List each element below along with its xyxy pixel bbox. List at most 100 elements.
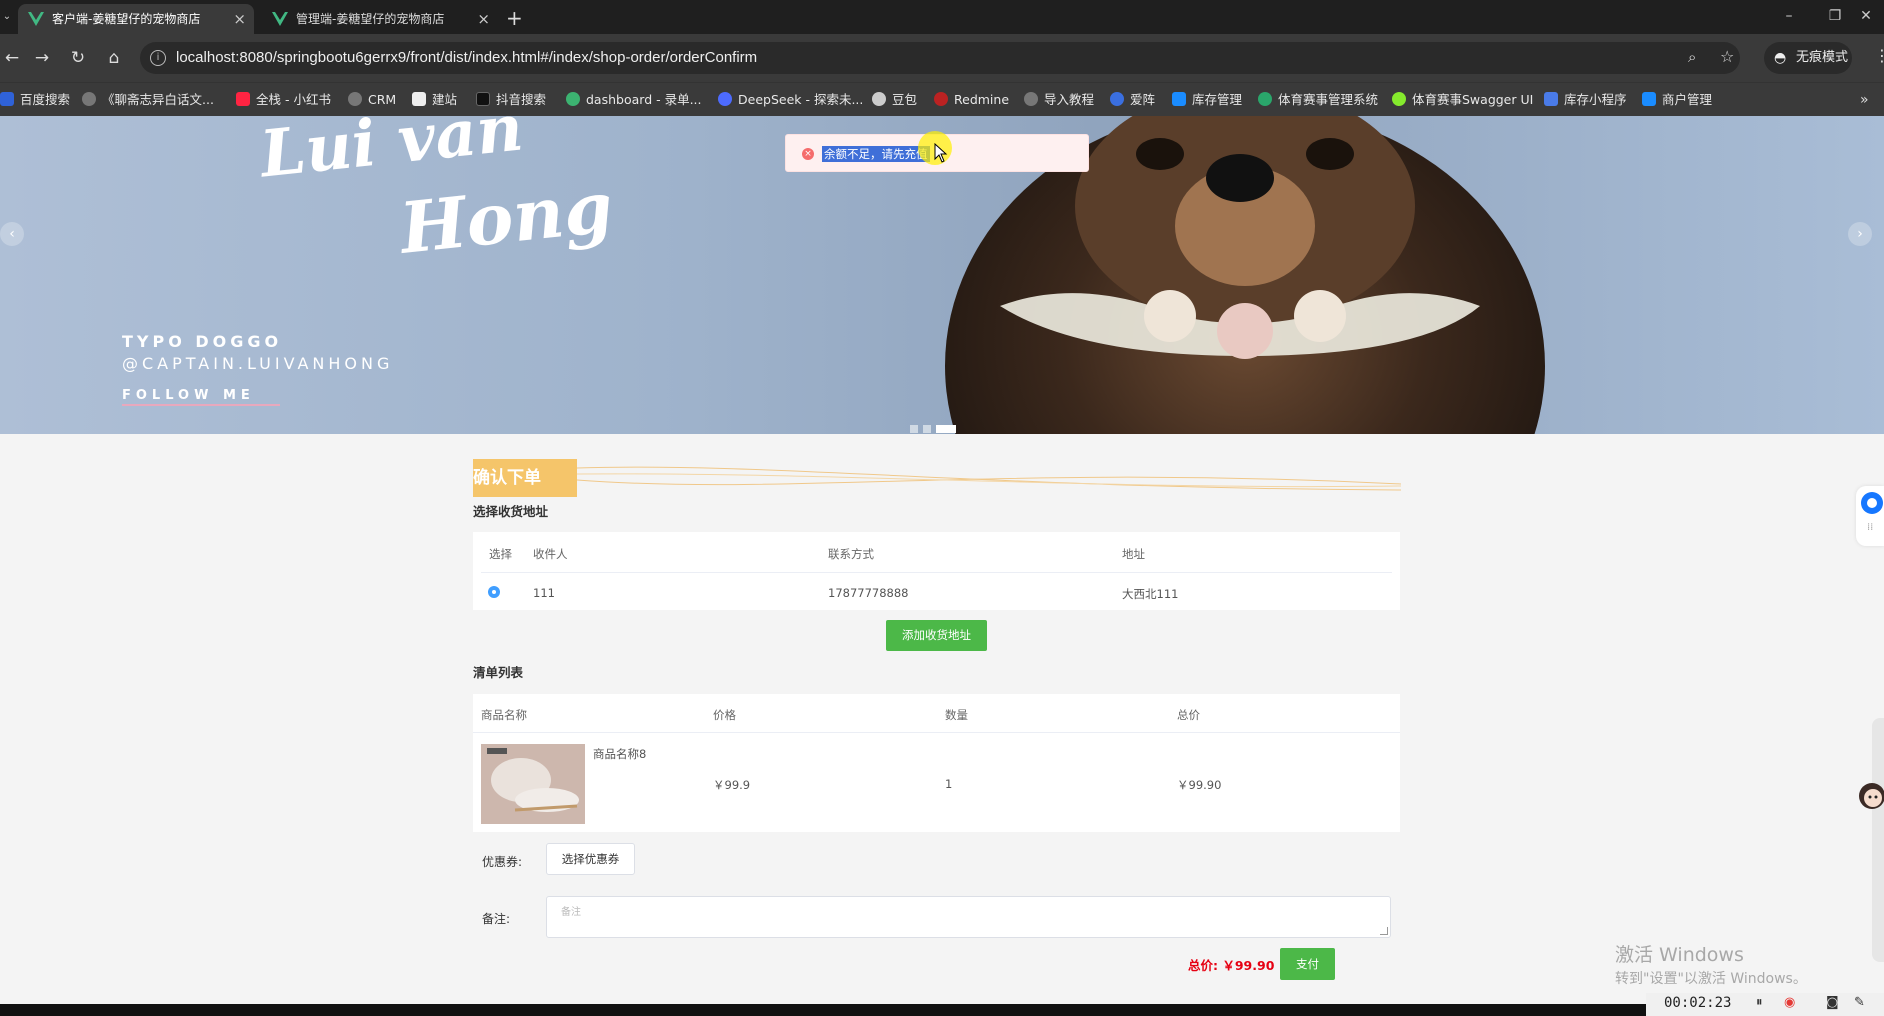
banner-handle: @CAPTAIN.LUIVANHONG	[122, 354, 394, 373]
pause-icon[interactable]: ⏸	[1756, 995, 1763, 1010]
doubao-icon	[872, 92, 886, 106]
assistant-icon	[1861, 492, 1883, 514]
bookmarks-bar: 百度搜索 《聊斋志异白话文... 全栈 - 小红书 CRM 建站 抖音搜索 da…	[0, 82, 1884, 116]
forward-arrow-icon[interactable]: →	[30, 46, 54, 70]
side-toolbar[interactable]	[1872, 718, 1884, 962]
bookmark-item[interactable]: 爱阵	[1110, 83, 1155, 117]
bookmark-item[interactable]: 全栈 - 小红书	[236, 83, 331, 117]
address-radio-selected[interactable]	[488, 586, 500, 598]
inventory-icon	[1172, 92, 1186, 106]
incognito-badge[interactable]: ◓ 无痕模式	[1764, 42, 1852, 74]
globe-icon	[1024, 92, 1038, 106]
windows-activation-hint: 转到"设置"以激活 Windows。	[1615, 971, 1807, 987]
bookmark-item[interactable]: DeepSeek - 探索未...	[718, 83, 863, 117]
recording-timer: 00:02:23	[1664, 995, 1732, 1011]
zoom-icon[interactable]: ⌕	[1688, 48, 1696, 66]
close-tab-icon[interactable]: ×	[233, 4, 246, 34]
bookmark-star-icon[interactable]: ☆	[1720, 47, 1734, 66]
remark-label: 备注:	[482, 912, 511, 926]
drag-handle-icon[interactable]: ⁞⁞	[1867, 522, 1873, 533]
bookmark-item[interactable]: 导入教程	[1024, 83, 1094, 117]
incognito-label: 无痕模式	[1796, 50, 1849, 65]
bookmark-item[interactable]: 百度搜索	[0, 83, 70, 117]
bookmark-item[interactable]: 建站	[412, 83, 457, 117]
tab-admin[interactable]: 管理端-姜糖望仔的宠物商店 ×	[262, 4, 498, 34]
remark-placeholder: 备注	[561, 907, 581, 918]
carousel-dot[interactable]	[910, 424, 918, 433]
vue-logo-icon	[272, 12, 288, 26]
swagger-icon	[1392, 92, 1406, 106]
bookmark-item[interactable]: 体育赛事Swagger UI	[1392, 83, 1533, 117]
deepseek-icon	[718, 92, 732, 106]
browser-tab-strip: ⌄ 客户端-姜糖望仔的宠物商店 × 管理端-姜糖望仔的宠物商店 × + – ❐ …	[0, 0, 1884, 34]
tab-title: 客户端-姜糖望仔的宠物商店	[52, 12, 201, 26]
toast-message: 余额不足，请先充值	[822, 146, 930, 162]
url-text[interactable]: localhost:8080/springbootu6gerrx9/front/…	[176, 42, 757, 74]
banner-typo-title: TYPO DOGGO	[122, 332, 283, 351]
bookmark-item[interactable]: 抖音搜索	[476, 83, 546, 117]
bookmark-item[interactable]: Redmine	[934, 83, 1009, 117]
bookmark-item[interactable]: CRM	[348, 83, 396, 117]
sports-icon	[1258, 92, 1272, 106]
carousel-next-icon[interactable]: ›	[1848, 222, 1872, 246]
site-info-icon[interactable]: i	[150, 50, 166, 66]
bookmark-item[interactable]: 豆包	[872, 83, 917, 117]
bookmark-item[interactable]: 商户管理	[1642, 83, 1712, 117]
address-phone: 17877778888	[828, 586, 909, 600]
bookmark-item[interactable]: 体育赛事管理系统	[1258, 83, 1378, 117]
carousel-prev-icon[interactable]: ‹	[0, 222, 24, 246]
stop-record-icon[interactable]: ◉	[1784, 995, 1795, 1010]
reload-icon[interactable]: ↻	[66, 46, 90, 70]
avatar-icon[interactable]	[1856, 776, 1884, 820]
row-divider	[473, 732, 1400, 733]
close-window-icon[interactable]: ✕	[1848, 0, 1884, 34]
page-title: 确认下单	[473, 459, 577, 497]
screen-recorder-bar: 00:02:23 ⏸ ◉ ◙ ✎	[1646, 993, 1884, 1016]
back-arrow-icon[interactable]: ←	[0, 46, 24, 70]
bookmark-item[interactable]: 库存管理	[1172, 83, 1242, 117]
col-header-total: 总价	[1177, 708, 1200, 722]
product-thumbnail[interactable]	[481, 744, 585, 824]
pay-button[interactable]: 支付	[1280, 948, 1335, 980]
camera-icon[interactable]: ◙	[1826, 995, 1839, 1010]
carousel-dot[interactable]	[923, 424, 931, 433]
more-bookmarks-icon[interactable]: »	[1860, 83, 1869, 117]
floating-assistant-widget[interactable]: ⁞⁞	[1856, 486, 1884, 546]
baidu-icon	[0, 92, 14, 106]
address-table	[473, 532, 1400, 610]
bookmark-item[interactable]: dashboard - 录单...	[566, 83, 702, 117]
pen-icon[interactable]: ✎	[1854, 995, 1865, 1010]
add-address-button[interactable]: 添加收货地址	[886, 620, 987, 651]
select-coupon-button[interactable]: 选择优惠券	[546, 843, 635, 875]
carousel-indicators	[910, 421, 961, 434]
title-decoration	[577, 466, 1401, 491]
banner-follow-text: FOLLOW ME	[122, 388, 255, 403]
merchant-icon	[1642, 92, 1656, 106]
list-heading: 清单列表	[473, 665, 524, 680]
bookmark-item[interactable]: 《聊斋志异白话文...	[82, 83, 214, 117]
col-header-phone: 联系方式	[828, 547, 874, 561]
xiaohongshu-icon	[236, 92, 250, 106]
product-name[interactable]: 商品名称8	[593, 746, 646, 762]
mouse-pointer-icon	[934, 143, 948, 163]
tab-search-chevron-icon[interactable]: ⌄	[0, 6, 14, 28]
tab-client[interactable]: 客户端-姜糖望仔的宠物商店 ×	[18, 4, 254, 34]
product-total: ￥99.90	[1177, 778, 1222, 792]
col-header-qty: 数量	[945, 708, 968, 722]
address-bar[interactable]: i localhost:8080/springbootu6gerrx9/fron…	[140, 42, 1740, 74]
minimize-icon[interactable]: –	[1766, 0, 1812, 34]
address-heading: 选择收货地址	[473, 504, 549, 519]
col-header-address: 地址	[1122, 547, 1145, 561]
bookmark-item[interactable]: 库存小程序	[1544, 83, 1627, 117]
browser-menu-icon[interactable]: ⋮	[1874, 46, 1884, 65]
mini-program-icon	[1544, 92, 1558, 106]
remark-textarea[interactable]: 备注	[546, 896, 1391, 938]
new-tab-button[interactable]: +	[506, 4, 523, 32]
items-table	[473, 694, 1400, 832]
banner-follow-underline	[122, 404, 280, 406]
address-recipient: 111	[533, 586, 555, 600]
resize-handle-icon[interactable]	[1380, 927, 1388, 935]
close-tab-icon[interactable]: ×	[477, 4, 490, 34]
home-icon[interactable]: ⌂	[102, 46, 126, 70]
carousel-dot-active[interactable]	[936, 424, 956, 433]
